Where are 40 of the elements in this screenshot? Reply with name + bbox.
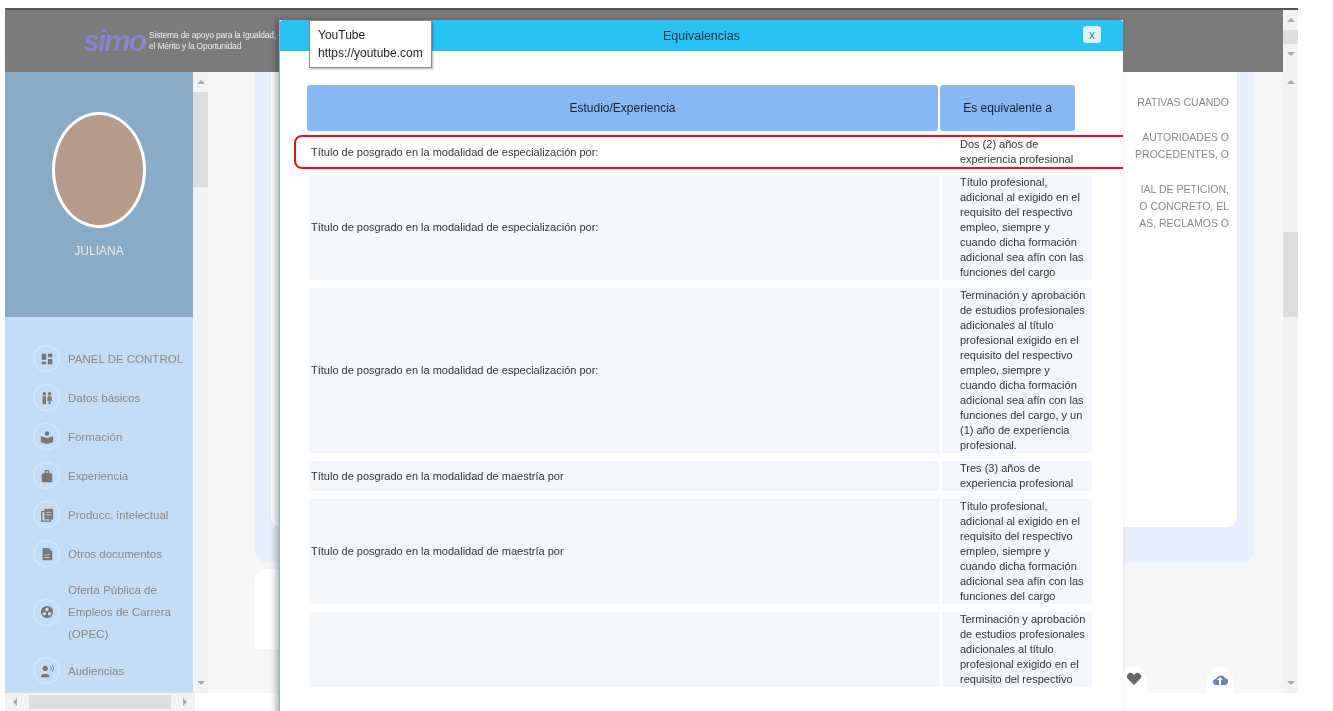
scrollbar-thumb[interactable] — [1283, 30, 1298, 44]
table-cell: Título de posgrado en la modalidad de especialización por: — [309, 288, 940, 453]
text-line: PROCEDENTES, O — [1135, 147, 1229, 162]
scrollbar[interactable] — [1283, 10, 1298, 72]
menu-item[interactable]: Formación — [33, 423, 193, 450]
scrollbar-thumb[interactable] — [193, 92, 208, 187]
column-header: Es equivalente a — [940, 85, 1075, 131]
text-line: AS, RECLAMOS O — [1139, 216, 1229, 231]
table-cell: Título de posgrado en la modalidad de maestría por — [309, 499, 940, 604]
text-line: AUTORIDADES O — [1142, 130, 1229, 145]
logo-wordmark: simo — [83, 24, 146, 58]
dialog-title: Equivalencias — [662, 28, 741, 43]
table-cell: Título de posgrado en la modalidad de especialización por: — [309, 175, 940, 280]
menu-item[interactable]: Datos básicos — [33, 384, 193, 411]
upload-icon[interactable] — [1207, 667, 1233, 693]
menu-item[interactable]: Otros documentos — [33, 540, 193, 567]
table-cell: Título profesional, adicional al exigido en el requisito del respectivo empleo, siempre y cuando dicha formación adicional sea afín con las funciones del cargo — [942, 175, 1092, 280]
table-cell: Título de posgrado en la modalidad de maestría por — [309, 461, 940, 491]
link-tooltip: YouTube https://youtube.com — [309, 20, 432, 68]
scrollbar[interactable] — [193, 72, 208, 693]
logo-tagline: Sistema de apoyo para la Igualdad, el Mérito y la Oportunidad — [149, 30, 276, 52]
table-cell: Título profesional, adicional al exigido en el requisito del respectivo empleo, siempre y cuando dicha formación adicional sea afín con las funciones del cargo — [942, 499, 1092, 604]
people-icon — [33, 384, 60, 411]
menu-item[interactable]: Audiencias — [33, 657, 193, 684]
table-cell: Tres (3) años de experiencia profesional — [942, 461, 1092, 491]
menu-item[interactable]: Experiencia — [33, 462, 193, 489]
user-name: JULIANA — [74, 244, 124, 258]
scrollbar[interactable] — [5, 693, 195, 711]
scrollbar[interactable] — [1283, 72, 1298, 693]
close-button[interactable]: x — [1083, 26, 1101, 43]
table-cell: Terminación y aprobación de estudios profesionales adicionales al título profesional exigido en el requisito del respectivo — [942, 612, 1092, 687]
text-line: O CONCRETO, EL — [1139, 199, 1229, 214]
column-header: Estudio/Experiencia — [307, 85, 938, 131]
text-line: RATIVAS CUANDO — [1137, 95, 1229, 110]
menu-item[interactable]: Producc. intelectual — [33, 501, 193, 528]
table-cell: Terminación y aprobación de estudios profesionales adicionales al título profesional exigido en el requisito del respectivo empleo, siempre y cuando dicha formación adicional sea afín con las funciones del cargo, y un (1) año de experiencia profesional. — [942, 288, 1092, 453]
menu-item[interactable]: Oferta Pública de Empleos de Carrera (OPEC) — [33, 579, 193, 645]
scrollbar-thumb[interactable] — [1283, 232, 1298, 317]
menu-item[interactable]: PANEL DE CONTROL — [33, 345, 193, 372]
text-line: IAL DE PETICION, — [1140, 182, 1229, 197]
